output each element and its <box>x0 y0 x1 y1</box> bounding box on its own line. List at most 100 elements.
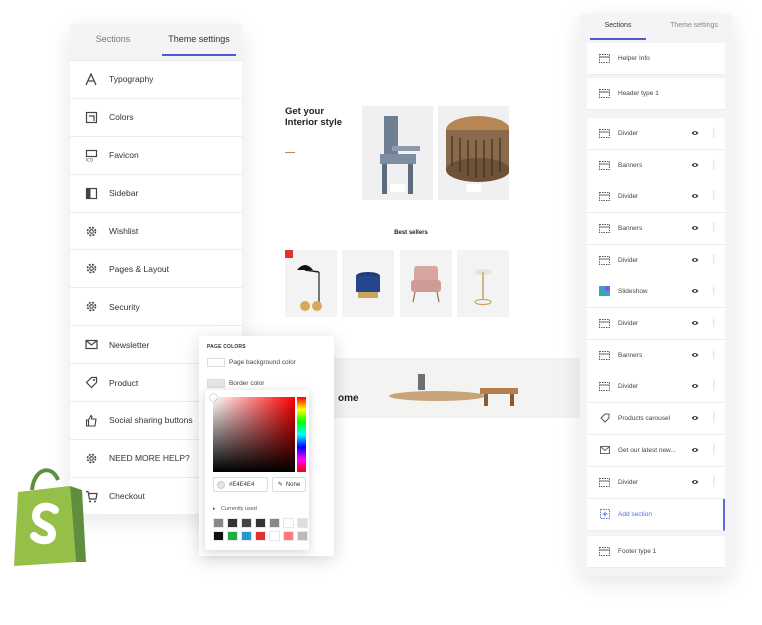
drag-handle-icon[interactable]: ⋮ ⋮ <box>711 318 717 328</box>
drag-handle-icon[interactable]: ⋮ ⋮ <box>711 477 717 487</box>
thumbs-up-icon <box>84 413 98 427</box>
hero-shop-button[interactable] <box>389 184 406 192</box>
tab-sections[interactable]: Sections <box>70 24 156 60</box>
eye-icon[interactable] <box>691 319 699 327</box>
eye-icon[interactable] <box>691 161 699 169</box>
none-button[interactable]: ✎ None <box>272 477 306 492</box>
section-item[interactable]: Footer type 1 <box>587 536 725 568</box>
color-swatch[interactable] <box>269 531 280 541</box>
section-item[interactable]: Divider ⋮ ⋮ <box>587 118 725 150</box>
drag-handle-icon[interactable]: ⋮ ⋮ <box>711 255 717 265</box>
eye-icon[interactable] <box>691 256 699 264</box>
product-card-ottoman[interactable] <box>342 250 394 317</box>
section-item[interactable]: Helper Info <box>587 43 725 75</box>
theme-setting-item[interactable]: Sidebar <box>70 175 242 213</box>
border-color-swatch[interactable] <box>207 379 225 388</box>
hero-image-table[interactable] <box>438 106 509 200</box>
colors-icon <box>84 110 98 124</box>
product-card-lamp[interactable] <box>285 250 337 317</box>
drag-handle-icon[interactable]: ⋮ ⋮ <box>711 286 717 296</box>
hero-table-button[interactable] <box>465 184 482 192</box>
eye-icon[interactable] <box>691 351 699 359</box>
color-swatch[interactable] <box>241 518 252 528</box>
section-item[interactable]: Banners ⋮ ⋮ <box>587 213 725 245</box>
tab-theme-settings[interactable]: Theme settings <box>656 14 732 42</box>
theme-setting-label: Newsletter <box>109 339 150 350</box>
theme-setting-label: Checkout <box>109 491 145 502</box>
section-label: Divider <box>618 319 639 327</box>
section-item[interactable]: Get our latest new... ⋮ ⋮ <box>587 435 725 467</box>
theme-setting-item[interactable]: Pages & Layout <box>70 250 242 289</box>
hero-link[interactable] <box>285 148 296 153</box>
color-swatch[interactable] <box>213 531 224 541</box>
section-item[interactable]: Divider ⋮ ⋮ <box>587 467 725 499</box>
eye-icon[interactable] <box>691 446 699 454</box>
color-swatch[interactable] <box>255 531 266 541</box>
color-swatch[interactable] <box>213 518 224 528</box>
drag-handle-icon[interactable]: ⋮ ⋮ <box>711 128 717 138</box>
section-icon <box>599 350 610 360</box>
page-background-color-row[interactable]: Page background color <box>207 358 296 367</box>
eye-icon[interactable] <box>691 287 699 295</box>
theme-setting-item[interactable]: Colors <box>70 99 242 137</box>
color-swatch[interactable] <box>269 518 280 528</box>
svg-text:ICO: ICO <box>86 157 93 162</box>
eye-icon[interactable] <box>691 414 699 422</box>
gear-icon <box>84 300 98 314</box>
eye-icon[interactable] <box>691 129 699 137</box>
drag-handle-icon[interactable]: ⋮ ⋮ <box>711 191 717 201</box>
section-item[interactable]: Divider ⋮ ⋮ <box>587 181 725 213</box>
tab-theme-settings[interactable]: Theme settings <box>156 24 242 60</box>
add-section-button[interactable]: Add section <box>587 499 725 531</box>
currently-used-header[interactable]: ▸ Currently used <box>213 506 257 512</box>
color-swatch[interactable] <box>255 518 266 528</box>
hero-image-chair[interactable] <box>362 106 433 200</box>
drag-handle-icon[interactable]: ⋮ ⋮ <box>711 381 717 391</box>
color-swatch[interactable] <box>227 531 238 541</box>
section-item[interactable]: Divider ⋮ ⋮ <box>587 308 725 340</box>
saturation-value-area[interactable] <box>210 394 295 472</box>
color-swatch[interactable] <box>227 518 238 528</box>
theme-setting-label: Product <box>109 377 139 388</box>
eye-icon[interactable] <box>691 224 699 232</box>
section-item[interactable]: Divider ⋮ ⋮ <box>587 371 725 403</box>
color-swatch[interactable] <box>283 518 294 528</box>
hero-subtitle <box>285 131 345 135</box>
color-swatch[interactable] <box>283 531 294 541</box>
theme-setting-item[interactable]: Typography <box>70 61 242 99</box>
page-colors-title: PAGE COLORS <box>207 344 246 350</box>
page-background-swatch[interactable] <box>207 358 225 367</box>
section-item[interactable]: Banners ⋮ ⋮ <box>587 150 725 182</box>
drag-handle-icon[interactable]: ⋮ ⋮ <box>711 223 717 233</box>
drag-handle-icon[interactable]: ⋮ ⋮ <box>711 445 717 455</box>
product-card-side-table[interactable] <box>457 250 509 317</box>
plus-box-icon <box>599 509 610 520</box>
currently-used-swatches <box>213 518 308 541</box>
section-item[interactable]: Header type 1 <box>587 78 725 110</box>
section-item[interactable]: Banners ⋮ ⋮ <box>587 340 725 372</box>
eye-icon[interactable] <box>691 382 699 390</box>
color-swatch[interactable] <box>241 531 252 541</box>
section-item[interactable]: Products carousel ⋮ ⋮ <box>587 403 725 435</box>
hue-slider[interactable] <box>297 397 306 472</box>
eye-icon[interactable] <box>691 478 699 486</box>
drag-handle-icon[interactable]: ⋮ ⋮ <box>711 413 717 423</box>
theme-setting-item[interactable]: Wishlist <box>70 213 242 251</box>
tab-sections[interactable]: Sections <box>580 14 656 42</box>
section-label: Helper Info <box>618 54 650 62</box>
eye-icon[interactable] <box>691 192 699 200</box>
section-item[interactable]: Divider ⋮ ⋮ <box>587 245 725 277</box>
color-swatch[interactable] <box>297 531 308 541</box>
theme-setting-item[interactable]: ICO Favicon <box>70 137 242 175</box>
section-item[interactable]: Slideshow ⋮ ⋮ <box>587 276 725 308</box>
section-label: Divider <box>618 478 639 486</box>
theme-setting-item[interactable]: Security <box>70 288 242 327</box>
border-color-row[interactable]: Border color <box>207 379 264 388</box>
hex-input[interactable]: #E4E4E4 <box>213 477 268 492</box>
drag-handle-icon[interactable]: ⋮ ⋮ <box>711 160 717 170</box>
color-swatch[interactable] <box>297 518 308 528</box>
drag-handle-icon[interactable]: ⋮ ⋮ <box>711 350 717 360</box>
section-icon <box>599 381 610 391</box>
product-card-armchair[interactable] <box>400 250 452 317</box>
color-cursor[interactable] <box>210 394 217 401</box>
